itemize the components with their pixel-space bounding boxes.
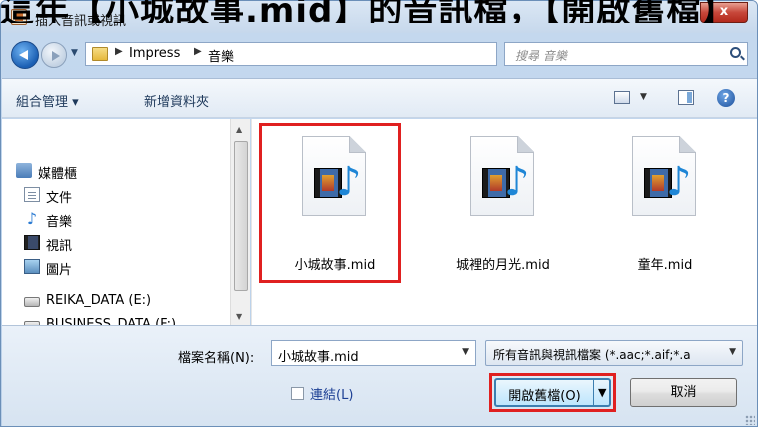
search-placeholder: 搜尋 音樂 [515, 49, 567, 63]
nav-item-label: 圖片 [46, 263, 73, 278]
file-item[interactable]: ♪ 城裡的月光.mid [432, 124, 574, 284]
breadcrumb-impress[interactable]: Impress [129, 46, 180, 61]
nav-item-label: 視訊 [46, 239, 73, 254]
scroll-down-icon[interactable]: ▼ [236, 312, 242, 321]
back-button[interactable] [11, 41, 39, 69]
recent-pages-dropdown[interactable]: ▼ [71, 48, 78, 58]
instruction-caption: 這年【小城故事.mid】的音訊檔，【開啟舊檔】 [0, 0, 737, 23]
cancel-button[interactable]: 取消 [630, 378, 737, 407]
command-bar: 組合管理 ▾ 新增資料夾 ▼ ? [2, 78, 757, 118]
view-dropdown[interactable]: ▼ [640, 92, 647, 102]
link-checkbox[interactable] [291, 387, 304, 400]
pictures-icon [24, 259, 40, 274]
filename-label: 檔案名稱(N): [178, 351, 255, 366]
video-icon [24, 235, 40, 250]
file-type-value: 所有音訊與視訊檔案 (*.aac;*.aif;*.a [493, 348, 691, 362]
link-label[interactable]: 連結(L) [310, 384, 353, 403]
music-note-icon: ♪ [666, 159, 692, 205]
chevron-down-icon: ▼ [729, 347, 736, 357]
drive-icon [24, 297, 40, 307]
folder-icon [92, 47, 108, 61]
documents-icon [24, 187, 40, 202]
nav-item-label: BUSINESS_DATA (F:) [46, 317, 177, 325]
file-list: ♪ 小城故事.mid ♪ 城裡的月光.mid ♪ 童年.mid [251, 119, 757, 325]
new-folder-button[interactable]: 新增資料夾 [144, 91, 209, 110]
library-icon [16, 163, 32, 178]
open-button-highlight: 開啟舊檔(O) ▼ [489, 373, 616, 412]
forward-button[interactable] [41, 42, 67, 68]
search-input[interactable]: 搜尋 音樂 [504, 42, 748, 66]
filename-field[interactable]: 小城故事.mid ▼ [271, 340, 476, 366]
file-item[interactable]: ♪ 童年.mid [594, 124, 736, 284]
file-name: 小城故事.mid [294, 258, 376, 273]
address-bar[interactable]: ▶ Impress ▶ 音樂 ▼ ⟳ [85, 42, 573, 66]
music-note-icon: ♪ [504, 159, 530, 205]
breadcrumb-separator-icon[interactable]: ▶ [194, 46, 202, 57]
preview-pane-icon[interactable] [678, 90, 694, 105]
breadcrumb-music[interactable]: 音樂 [208, 46, 234, 65]
scrollbar-thumb[interactable] [234, 141, 248, 291]
nav-item-label: 媒體櫃 [38, 167, 78, 182]
file-name: 童年.mid [637, 258, 693, 273]
file-type-select[interactable]: 所有音訊與視訊檔案 (*.aac;*.aif;*.a ▼ [485, 340, 743, 366]
filename-value: 小城故事.mid [278, 350, 359, 365]
nav-item-label: REIKA_DATA (E:) [46, 293, 152, 308]
insert-media-dialog: 插入音訊或視訊 x ▼ ▶ Impress ▶ 音樂 ▼ ⟳ 搜尋 音樂 組合管… [0, 0, 758, 427]
filename-dropdown[interactable]: ▼ [462, 347, 469, 357]
nav-scrollbar[interactable]: ▲ ▼ [230, 119, 250, 325]
resize-grip[interactable] [745, 415, 755, 425]
change-view-icon[interactable] [614, 91, 630, 104]
open-options-dropdown[interactable]: ▼ [598, 386, 606, 399]
file-name: 城裡的月光.mid [456, 258, 550, 273]
search-icon[interactable] [730, 47, 741, 58]
organize-menu[interactable]: 組合管理 ▾ [16, 91, 79, 110]
music-note-icon: ♪ [336, 159, 362, 205]
help-icon[interactable]: ? [717, 89, 735, 107]
navigation-pane: 媒體櫃 文件 ♪ 音樂 視訊 圖片 REIKA_DATA (E:) BUSINE… [2, 119, 250, 325]
address-row: ▼ ▶ Impress ▶ 音樂 ▼ ⟳ 搜尋 音樂 [1, 33, 757, 77]
open-button[interactable]: 開啟舊檔(O) ▼ [494, 378, 611, 407]
split-divider [593, 380, 594, 405]
scroll-up-icon[interactable]: ▲ [236, 125, 242, 134]
nav-item-label: 音樂 [46, 215, 73, 230]
breadcrumb-separator-icon[interactable]: ▶ [115, 46, 123, 57]
open-button-label: 開啟舊檔(O) [508, 389, 581, 404]
dialog-footer: 檔案名稱(N): 小城故事.mid ▼ 所有音訊與視訊檔案 (*.aac;*.a… [2, 325, 757, 426]
music-icon: ♪ [26, 209, 38, 228]
nav-item-label: 文件 [46, 191, 73, 206]
file-item[interactable]: ♪ 小城故事.mid [264, 124, 406, 284]
